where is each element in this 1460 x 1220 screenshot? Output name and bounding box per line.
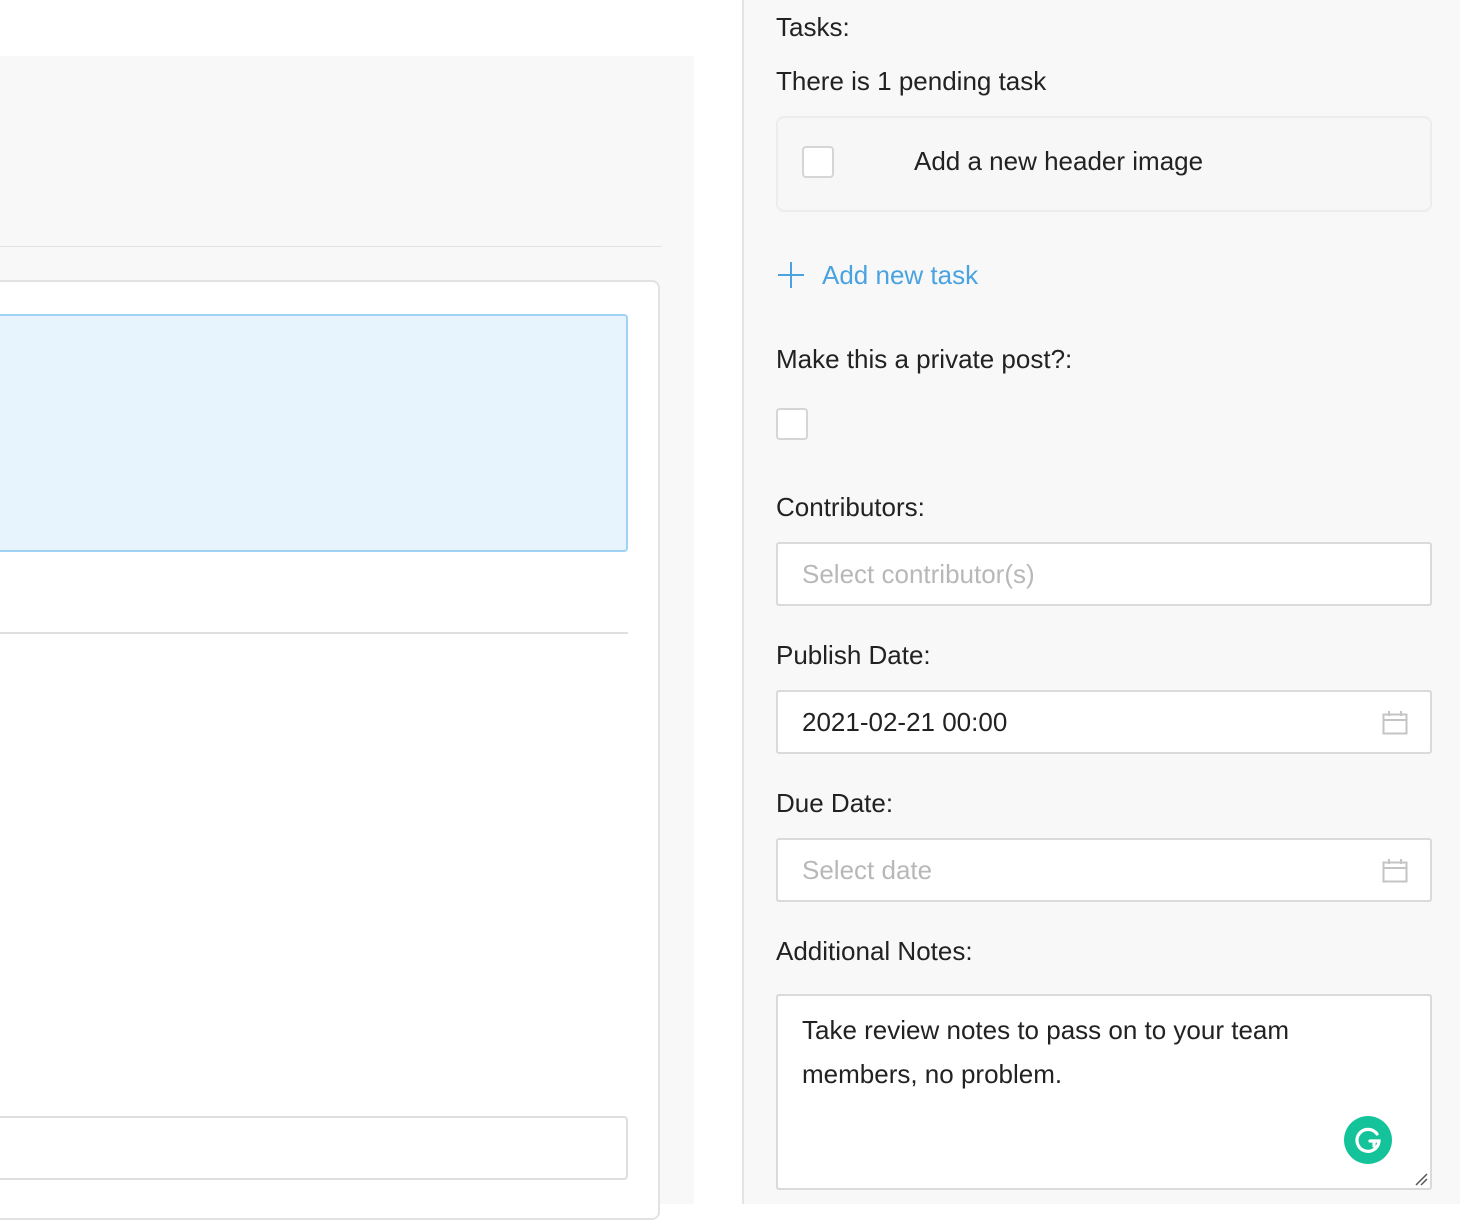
due-date-placeholder: Select date [802,855,933,885]
due-date-input[interactable]: Select date [776,838,1432,902]
notes-label: Additional Notes: [776,936,973,967]
add-task-button[interactable]: Add new task [778,258,978,292]
plus-icon [778,262,804,288]
notes-value: Take review notes to pass on to your tea… [802,1015,1290,1089]
task-checkbox[interactable] [802,146,834,178]
publish-date-input[interactable]: 2021-02-21 00:00 [776,690,1432,754]
private-post-label-text: Make this a private post? [776,344,1066,374]
calendar-icon[interactable] [1382,858,1408,884]
tasks-label: Tasks: [776,12,850,42]
publish-date-value: 2021-02-21 00:00 [802,707,1008,737]
contributors-label-colon: : [917,492,925,522]
contributors-placeholder: Select contributor(s) [802,559,1035,589]
publish-date-label-colon: : [923,640,931,670]
contributors-label-text: Contributors [776,492,918,522]
editor-divider [0,246,662,247]
due-date-label: Due Date: [776,788,893,819]
due-date-label-colon: : [885,788,894,818]
editor-rule [0,632,628,634]
task-text: Add a new header image [914,146,1204,176]
contributors-label: Contributors: [776,492,925,523]
private-post-checkbox[interactable] [776,408,808,440]
resize-handle-icon[interactable] [1414,1172,1428,1186]
private-post-label-colon: : [1065,344,1073,374]
notes-label-colon: : [965,936,973,966]
editor-area [0,0,742,1220]
contributors-select[interactable]: Select contributor(s) [776,542,1432,606]
grammarly-icon[interactable] [1344,1116,1392,1164]
editor-bottom-input[interactable] [0,1116,628,1180]
notes-textarea[interactable]: Take review notes to pass on to your tea… [776,994,1432,1190]
private-post-label: Make this a private post?: [776,344,1072,375]
due-date-label-text: Due Date [776,788,886,818]
calendar-icon[interactable] [1382,710,1408,736]
notes-label-text: Additional Notes [776,936,966,966]
publish-date-label: Publish Date: [776,640,931,671]
editor-selected-block[interactable] [0,314,628,552]
publish-date-label-text: Publish Date [776,640,924,670]
add-task-label: Add new task [822,259,979,290]
grammarly-g-glyph [1355,1127,1381,1153]
tasks-summary: There is 1 pending task [776,66,1047,96]
